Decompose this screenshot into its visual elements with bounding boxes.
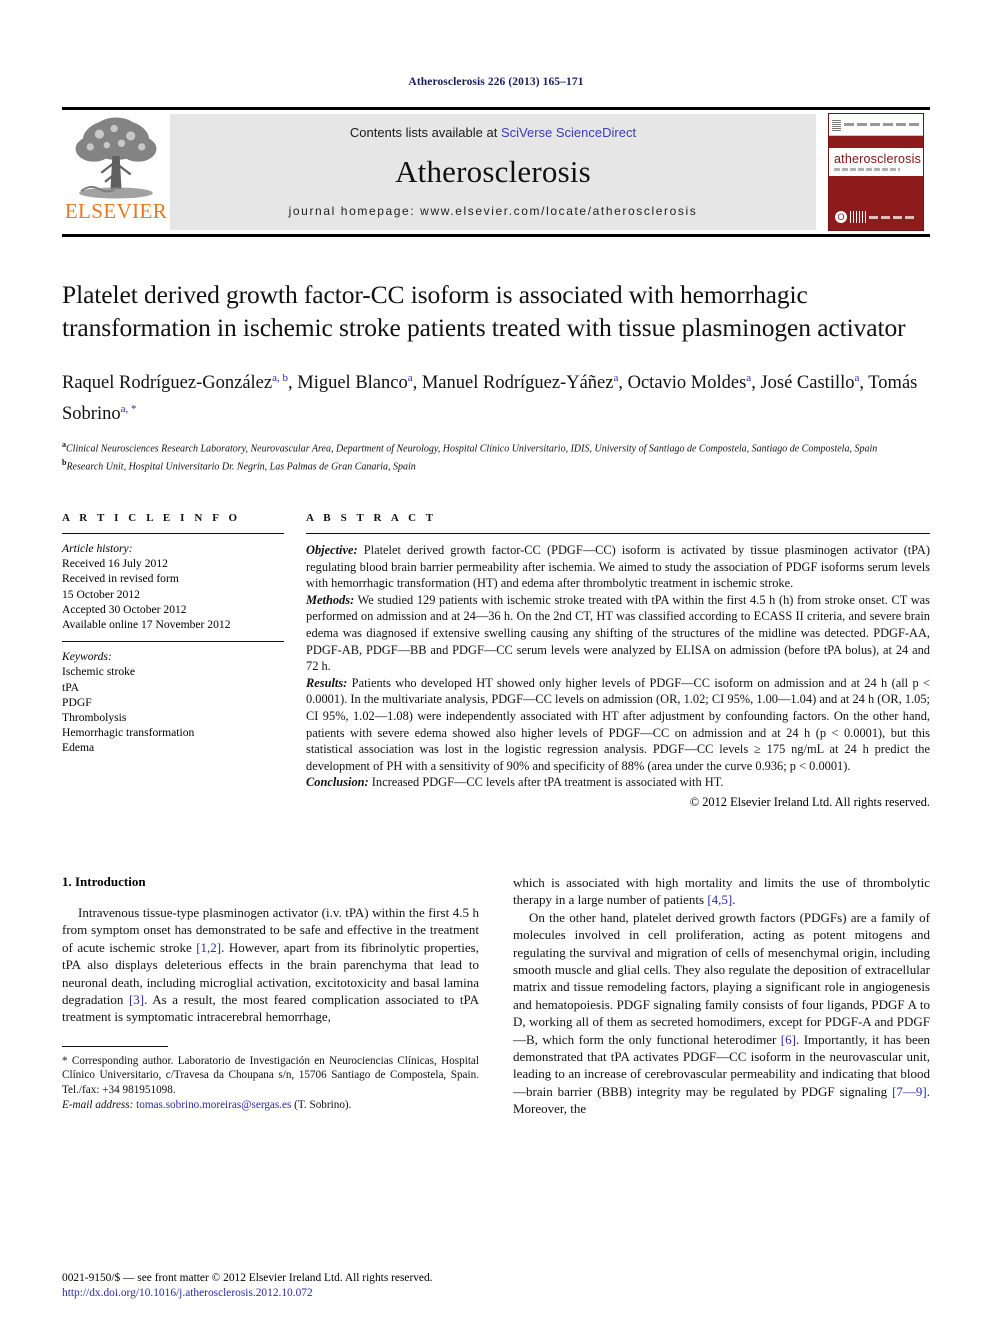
issn-footer: 0021-9150/$ — see front matter © 2012 El…: [62, 1271, 482, 1301]
abstract-heading: A B S T R A C T: [306, 511, 437, 524]
introduction-paragraph-left: Intravenous tissue-type plasminogen acti…: [62, 904, 479, 1025]
journal-cover-thumbnail: atherosclerosis O: [822, 110, 930, 234]
citation-reference[interactable]: [1,2]: [196, 940, 221, 955]
introduction-paragraph-right-2: On the other hand, platelet derived grow…: [513, 909, 930, 1117]
email-link[interactable]: tomas.sobrino.moreiras@sergas.es: [136, 1099, 291, 1111]
article-page: Atherosclerosis 226 (2013) 165–171 ELSEV…: [0, 0, 992, 1323]
author-name: Manuel Rodríguez-Yáñez: [421, 373, 614, 394]
article-history-item: Available online 17 November 2012: [62, 617, 231, 631]
cover-header-strip: [829, 114, 923, 136]
abstract-section-label: Results:: [306, 675, 348, 690]
cover-elsevier-icon: [832, 118, 841, 131]
journal-title: Atherosclerosis: [395, 154, 591, 189]
banner-center: Contents lists available at SciVerse Sci…: [170, 114, 816, 230]
affiliation-item: bResearch Unit, Hospital Universitario D…: [62, 458, 416, 473]
author-affiliation-mark: a, *: [120, 403, 137, 416]
abstract-section: Results: Patients who developed HT showe…: [306, 675, 930, 773]
article-info-heading: A R T I C L E I N F O: [62, 511, 241, 524]
abstract-section-label: Methods:: [306, 592, 355, 607]
keyword-item: Ischemic stroke: [62, 665, 136, 679]
article-history-items: Received 16 July 2012 Received in revised…: [62, 556, 284, 632]
cover-footer-strip: O: [835, 211, 917, 223]
journal-banner: ELSEVIER Contents lists available at Sci…: [62, 107, 930, 237]
author-name: Raquel Rodríguez-González: [62, 373, 273, 394]
abstract-column: A B S T R A C T Objective: Platelet deri…: [306, 512, 930, 810]
info-abstract-row: A R T I C L E I N F O Article history: R…: [62, 512, 930, 810]
cover-title-band: atherosclerosis: [829, 148, 923, 176]
author-name: Octavio Moldes: [627, 373, 747, 394]
running-head: Atherosclerosis 226 (2013) 165–171: [408, 76, 584, 88]
introduction-heading: 1. Introduction: [62, 873, 146, 889]
publisher-logo: ELSEVIER: [62, 110, 170, 234]
body-column-right: which is associated with high mortality …: [513, 874, 930, 1118]
author-affiliation-mark: a: [746, 372, 752, 384]
email-note: E-mail address: tomas.sobrino.moreiras@s…: [62, 1098, 352, 1111]
keyword-item: Thrombolysis: [62, 711, 127, 724]
affiliation-list: aClinical Neurosciences Research Laborat…: [62, 438, 930, 474]
affiliation-item: aClinical Neurosciences Research Laborat…: [62, 440, 878, 455]
introduction-paragraph-right-1: which is associated with high mortality …: [513, 874, 930, 908]
author-affiliation-mark: a: [407, 372, 413, 384]
keyword-item: tPA: [62, 680, 79, 694]
abstract-section: Methods: We studied 129 patients with is…: [306, 592, 930, 674]
keyword-items: Ischemic stroke tPA PDGF Thrombolysis Hemorr…: [62, 664, 284, 755]
contents-prefix: Contents lists available at: [349, 125, 501, 140]
elsevier-tree-icon: [75, 117, 157, 199]
keyword-item: PDGF: [62, 695, 92, 709]
footnote-divider: [62, 1045, 168, 1047]
elsevier-wordmark: ELSEVIER: [64, 199, 168, 223]
abstract-section: Objective: Platelet derived growth facto…: [306, 542, 930, 591]
abstract-section: Conclusion: Increased PDGF—CC levels aft…: [306, 775, 724, 790]
article-history-item: 15 October 2012: [62, 587, 140, 601]
author-list: Raquel Rodríguez-Gonzáleza, b, Miguel Bl…: [62, 372, 918, 425]
cover-subtitle-lines: [834, 168, 900, 172]
issn-text: 0021-9150/$ — see front matter © 2012 El…: [62, 1272, 433, 1284]
abstract-copyright: © 2012 Elsevier Ireland Ltd. All rights …: [689, 794, 930, 809]
open-access-icon: O: [835, 211, 847, 223]
author-affiliation-mark: a: [854, 372, 860, 384]
abstract-body: Objective: Platelet derived growth facto…: [306, 534, 930, 791]
body-column-left: 1. Introduction Intravenous tissue-type …: [62, 874, 479, 1118]
keyword-item: Hemorrhagic transformation: [62, 726, 195, 740]
article-info-column: A R T I C L E I N F O Article history: R…: [62, 512, 284, 810]
article-history-item: Accepted 30 October 2012: [62, 602, 187, 616]
article-history-label: Article history:: [62, 541, 133, 555]
abstract-section-label: Objective:: [306, 542, 358, 557]
doi-link[interactable]: http://dx.doi.org/10.1016/j.atherosclero…: [62, 1286, 482, 1301]
article-history-item: Received 16 July 2012: [62, 557, 168, 571]
abstract-section-label: Conclusion:: [306, 775, 369, 790]
keywords: Keywords: Ischemic stroke tPA PDGF Thrombol…: [62, 642, 284, 755]
cover-header-text-lines: [844, 123, 920, 126]
author-affiliation-mark: a, b: [272, 372, 288, 384]
keyword-item: Edema: [62, 741, 95, 755]
citation-reference[interactable]: [7—9]: [892, 1084, 927, 1099]
sciencedirect-link[interactable]: SciVerse ScienceDirect: [501, 125, 636, 140]
cover-barcode-icon: [850, 211, 866, 223]
author-name: Miguel Blanco: [297, 373, 408, 394]
author-affiliation-mark: a: [613, 372, 619, 384]
journal-homepage-link[interactable]: journal homepage: www.elsevier.com/locat…: [289, 204, 698, 218]
email-label: E-mail address:: [62, 1098, 134, 1111]
affiliation-mark: a: [62, 440, 66, 450]
author-name: José Castillo: [760, 373, 855, 394]
cover-journal-title: atherosclerosis: [834, 151, 922, 166]
keywords-label: Keywords:: [62, 650, 112, 664]
article-body: 1. Introduction Intravenous tissue-type …: [62, 874, 930, 1118]
citation-reference[interactable]: [4,5]: [707, 892, 732, 907]
contents-line: Contents lists available at SciVerse Sci…: [350, 125, 636, 140]
citation-reference[interactable]: [3]: [129, 992, 144, 1007]
article-history-item: Received in revised form: [62, 572, 179, 586]
article-history: Article history: Received 16 July 2012 Re…: [62, 534, 284, 641]
article-title: Platelet derived growth factor-CC isofor…: [62, 280, 906, 342]
corresponding-author-note: * Corresponding author. Laboratorio de I…: [62, 1054, 479, 1096]
citation-reference[interactable]: [6]: [781, 1032, 796, 1047]
affiliation-mark: b: [62, 458, 67, 468]
cover-image: atherosclerosis O: [828, 113, 924, 231]
cover-footer-lines: [869, 215, 917, 219]
